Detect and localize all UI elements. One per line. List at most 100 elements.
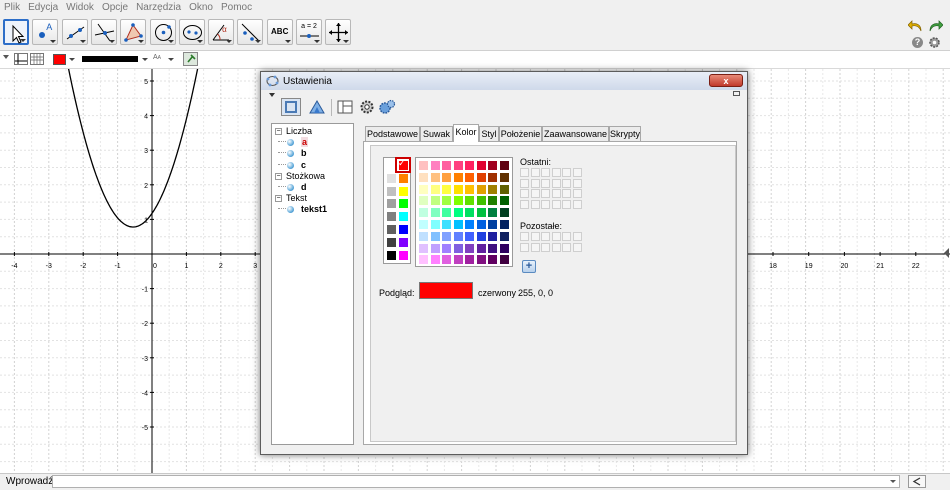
empty-color-slot[interactable] — [520, 189, 529, 199]
tab-kolor[interactable]: Kolor — [453, 124, 479, 142]
color-swatch[interactable] — [399, 186, 408, 196]
color-swatch[interactable] — [465, 220, 474, 229]
polygon-tool[interactable] — [120, 19, 147, 45]
advanced-button[interactable] — [377, 98, 397, 116]
tree-group-tekst[interactable]: Tekst — [286, 193, 307, 203]
empty-color-slot[interactable] — [573, 178, 582, 188]
color-swatch[interactable] — [499, 231, 509, 241]
color-swatch[interactable] — [442, 208, 451, 218]
tab-podstawowe[interactable]: Podstawowe — [365, 126, 420, 141]
color-swatch[interactable] — [419, 196, 428, 206]
color-swatch[interactable] — [476, 243, 486, 253]
dialog-title-bar[interactable]: Ustawienia x — [261, 72, 747, 90]
color-swatch[interactable] — [419, 208, 428, 218]
color-swatch[interactable] — [453, 255, 463, 265]
color-swatch[interactable] — [453, 220, 463, 229]
color-swatch[interactable] — [453, 243, 463, 253]
color-swatch[interactable] — [419, 243, 428, 253]
angle-tool[interactable]: α — [208, 19, 235, 45]
tab-zaawansowane[interactable]: Zaawansowane — [542, 126, 609, 141]
empty-color-slot[interactable] — [530, 199, 540, 209]
color-swatch[interactable] — [419, 220, 428, 229]
empty-color-slot[interactable] — [530, 189, 540, 199]
empty-color-slot[interactable] — [562, 232, 572, 241]
objects-button[interactable] — [281, 98, 301, 116]
undo-icon[interactable] — [907, 19, 924, 33]
color-swatch[interactable] — [387, 186, 396, 196]
tree-expand-icon[interactable]: − — [275, 128, 282, 135]
point-tool[interactable]: A — [32, 19, 59, 45]
color-swatch[interactable] — [399, 225, 408, 234]
color-swatch[interactable] — [453, 231, 463, 241]
menu-item-3[interactable]: Opcje — [98, 0, 132, 16]
color-swatch[interactable] — [499, 196, 509, 206]
chevron-down-icon[interactable] — [890, 480, 896, 483]
color-swatch[interactable] — [430, 231, 440, 241]
color-swatch-button[interactable] — [53, 54, 66, 65]
color-swatch[interactable] — [476, 220, 486, 229]
empty-color-slot[interactable] — [573, 189, 582, 199]
menu-item-1[interactable]: Edycja — [24, 0, 62, 16]
empty-color-slot[interactable] — [530, 242, 540, 252]
color-swatch[interactable] — [442, 161, 451, 170]
empty-color-slot[interactable] — [520, 168, 529, 177]
empty-color-slot[interactable] — [520, 232, 529, 241]
color-swatch[interactable] — [476, 161, 486, 170]
color-swatch[interactable] — [453, 172, 463, 182]
color-swatch[interactable] — [488, 172, 497, 182]
tree-item-a[interactable]: a — [301, 137, 309, 148]
color-swatch[interactable] — [387, 225, 396, 234]
empty-color-slot[interactable] — [520, 242, 529, 252]
tree-group-stożkowa[interactable]: Stożkowa — [286, 171, 325, 181]
color-swatch[interactable] — [499, 208, 509, 218]
color-swatch[interactable] — [465, 172, 474, 182]
color-swatch[interactable] — [465, 208, 474, 218]
empty-color-slot[interactable] — [530, 232, 540, 241]
tree-item-c[interactable]: c — [301, 160, 306, 170]
dock-icon[interactable] — [733, 91, 740, 96]
color-swatch[interactable] — [387, 199, 396, 209]
color-swatch[interactable] — [488, 243, 497, 253]
empty-color-slot[interactable] — [573, 242, 582, 252]
empty-color-slot[interactable] — [562, 178, 572, 188]
color-swatch[interactable] — [488, 208, 497, 218]
layout-button[interactable] — [335, 98, 355, 116]
tab-położenie[interactable]: Położenie — [499, 126, 542, 141]
color-swatch[interactable] — [419, 172, 428, 182]
menu-item-0[interactable]: Plik — [0, 0, 24, 16]
text-tool[interactable]: ABC — [266, 19, 293, 45]
color-swatch[interactable] — [387, 237, 396, 247]
tab-styl[interactable]: Styl — [479, 126, 499, 141]
tab-skrypty[interactable]: Skrypty — [609, 126, 641, 141]
empty-color-slot[interactable] — [562, 242, 572, 252]
pin-icon[interactable] — [183, 52, 198, 66]
empty-color-slot[interactable] — [520, 199, 529, 209]
color-swatch[interactable] — [476, 255, 486, 265]
color-swatch[interactable] — [476, 172, 486, 182]
empty-color-slot[interactable] — [562, 199, 572, 209]
tree-item-b[interactable]: b — [301, 148, 307, 158]
empty-color-slot[interactable] — [541, 242, 551, 252]
tree-expand-icon[interactable]: − — [275, 195, 282, 203]
close-button[interactable]: x — [709, 74, 743, 87]
color-swatch[interactable] — [419, 184, 428, 194]
color-swatch[interactable] — [419, 231, 428, 241]
color-swatch[interactable] — [442, 172, 451, 182]
color-swatch[interactable] — [430, 172, 440, 182]
color-swatch[interactable] — [399, 173, 408, 183]
color-swatch[interactable] — [488, 161, 497, 170]
color-swatch[interactable] — [430, 196, 440, 206]
empty-color-slot[interactable] — [573, 199, 582, 209]
empty-color-slot[interactable] — [573, 168, 582, 177]
help-icon[interactable]: ? — [912, 37, 923, 48]
color-swatch[interactable] — [499, 243, 509, 253]
gear-icon[interactable] — [928, 36, 941, 49]
color-swatch[interactable] — [465, 196, 474, 206]
menu-item-2[interactable]: Widok — [62, 0, 98, 16]
menu-item-6[interactable]: Pomoc — [217, 0, 256, 16]
color-swatch[interactable] — [476, 231, 486, 241]
color-swatch[interactable] — [465, 255, 474, 265]
line-tool[interactable] — [61, 19, 88, 45]
color-swatch[interactable] — [453, 208, 463, 218]
menu-item-4[interactable]: Narzędzia — [132, 0, 185, 16]
